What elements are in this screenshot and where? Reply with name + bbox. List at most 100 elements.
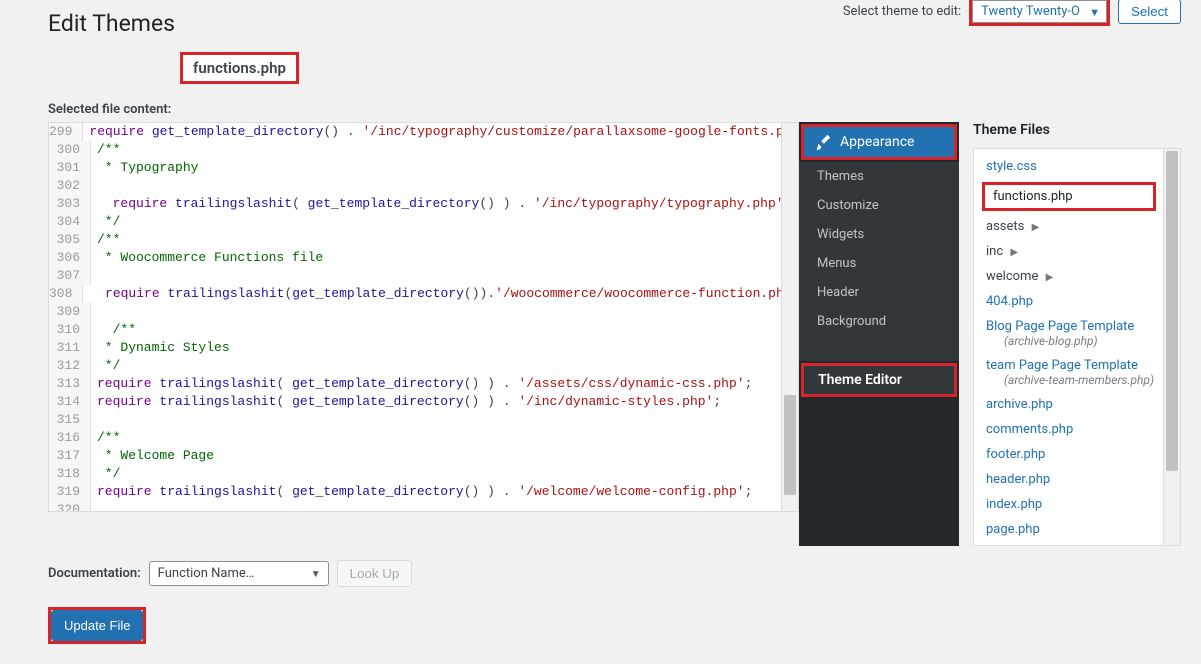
theme-file-item[interactable]: header.php (974, 467, 1180, 492)
sidebar-item-customize[interactable]: Customize (799, 191, 959, 220)
scrollbar-thumb[interactable] (784, 395, 796, 495)
theme-file-item[interactable]: index.php (974, 492, 1180, 517)
code-line[interactable]: 315 (49, 411, 798, 429)
sidebar-item-menus[interactable]: Menus (799, 249, 959, 278)
code-line[interactable]: 317 * Welcome Page (49, 447, 798, 465)
code-line[interactable]: 319require trailingslashit( get_template… (49, 483, 798, 501)
sidebar-item-themes[interactable]: Themes (799, 162, 959, 191)
code-content[interactable]: require trailingslashit( get_template_di… (91, 195, 791, 213)
code-line[interactable]: 308 require trailingslashit(get_template… (49, 285, 798, 303)
code-content[interactable]: /** (91, 231, 120, 249)
code-line[interactable]: 300/** (49, 141, 798, 159)
code-line[interactable]: 311 * Dynamic Styles (49, 339, 798, 357)
brush-icon (814, 133, 832, 151)
admin-sidebar: Appearance Themes Customize Widgets Menu… (799, 122, 959, 546)
code-content[interactable]: */ (91, 357, 120, 375)
code-content[interactable]: /** (91, 321, 136, 339)
chevron-right-icon: ▶ (1046, 272, 1054, 283)
theme-select-label: Select theme to edit: (843, 4, 961, 19)
code-line[interactable]: 305/** (49, 231, 798, 249)
editor-scrollbar[interactable] (781, 123, 798, 511)
file-link[interactable]: Blog Page Page Template (986, 319, 1134, 334)
code-content[interactable]: */ (91, 465, 120, 483)
line-number: 306 (49, 249, 91, 267)
theme-files-panel: style.css functions.php assets ▶inc ▶welco… (973, 148, 1181, 546)
code-content[interactable] (91, 267, 97, 285)
code-content[interactable]: /** (91, 429, 120, 447)
documentation-label: Documentation: (48, 566, 141, 581)
file-link[interactable]: style.css (986, 159, 1037, 174)
line-number: 309 (49, 303, 91, 321)
theme-file-item[interactable]: comments.php (974, 417, 1180, 442)
sidebar-item-widgets[interactable]: Widgets (799, 220, 959, 249)
code-content[interactable]: * Typography (91, 159, 198, 177)
code-line[interactable]: 316/** (49, 429, 798, 447)
code-line[interactable]: 310 /** (49, 321, 798, 339)
update-file-button[interactable]: Update File (51, 610, 143, 641)
theme-file-item[interactable]: welcome ▶ (974, 264, 1180, 289)
file-link[interactable]: 404.php (986, 294, 1033, 309)
code-line[interactable]: 313require trailingslashit( get_template… (49, 375, 798, 393)
scrollbar-thumb[interactable] (1166, 151, 1178, 471)
code-content[interactable]: require trailingslashit( get_template_di… (91, 375, 752, 393)
code-line[interactable]: 307 (49, 267, 798, 285)
select-theme-button[interactable]: Select (1118, 0, 1181, 24)
theme-file-item[interactable]: archive.php (974, 392, 1180, 417)
file-link[interactable]: archive.php (986, 397, 1053, 412)
theme-file-item[interactable]: functions.php (982, 182, 1156, 211)
documentation-select[interactable]: Function Name… (149, 561, 329, 586)
code-content[interactable]: * Welcome Page (91, 447, 214, 465)
code-content[interactable]: require trailingslashit( get_template_di… (91, 393, 721, 411)
code-content[interactable] (91, 411, 97, 429)
code-line[interactable]: 304 */ (49, 213, 798, 231)
code-line[interactable]: 312 */ (49, 357, 798, 375)
line-number: 311 (49, 339, 91, 357)
code-content[interactable]: * Woocommerce Functions file (91, 249, 323, 267)
code-line[interactable]: 303 require trailingslashit( get_templat… (49, 195, 798, 213)
theme-file-item[interactable]: Blog Page Page Template(archive-blog.php… (974, 314, 1180, 353)
code-line[interactable]: 314require trailingslashit( get_template… (49, 393, 798, 411)
files-scrollbar[interactable] (1163, 149, 1180, 545)
code-line[interactable]: 320 (49, 501, 798, 512)
file-link[interactable]: comments.php (986, 422, 1073, 437)
code-content[interactable]: * Dynamic Styles (91, 339, 230, 357)
code-content[interactable] (91, 303, 97, 321)
code-content[interactable]: /** (91, 141, 120, 159)
file-link[interactable]: functions.php (993, 189, 1073, 204)
code-content[interactable] (91, 501, 97, 512)
lookup-button[interactable]: Look Up (337, 560, 413, 587)
sidebar-item-theme-editor[interactable]: Theme Editor (801, 363, 957, 397)
chevron-right-icon: ▶ (1032, 222, 1040, 233)
line-number: 308 (49, 285, 83, 303)
code-line[interactable]: 318 */ (49, 465, 798, 483)
code-line[interactable]: 302 (49, 177, 798, 195)
theme-file-item[interactable]: team Page Page Template(archive-team-mem… (974, 353, 1180, 392)
theme-file-item[interactable]: page.php (974, 517, 1180, 542)
file-link[interactable]: team Page Page Template (986, 358, 1138, 373)
theme-files-heading: Theme Files (973, 122, 1181, 138)
sidebar-item-appearance[interactable]: Appearance (801, 124, 957, 160)
file-link[interactable]: index.php (986, 497, 1042, 512)
file-link[interactable]: page.php (986, 522, 1040, 537)
code-line[interactable]: 301 * Typography (49, 159, 798, 177)
sidebar-item-background[interactable]: Background (799, 307, 959, 336)
code-line[interactable]: 299require get_template_directory() . '/… (49, 123, 798, 141)
theme-file-item[interactable]: inc ▶ (974, 239, 1180, 264)
line-number: 302 (49, 177, 91, 195)
file-link[interactable]: header.php (986, 472, 1050, 487)
code-content[interactable]: require trailingslashit(get_template_dir… (83, 285, 799, 303)
theme-select[interactable]: Twenty Twenty-O ▼ (969, 0, 1110, 26)
code-editor[interactable]: 299require get_template_directory() . '/… (48, 122, 799, 512)
theme-file-item[interactable]: assets ▶ (974, 214, 1180, 239)
sidebar-item-header[interactable]: Header (799, 278, 959, 307)
code-line[interactable]: 306 * Woocommerce Functions file (49, 249, 798, 267)
theme-file-item[interactable]: style.css (974, 154, 1180, 179)
code-content[interactable]: require get_template_directory() . '/inc… (83, 123, 799, 141)
theme-file-item[interactable]: footer.php (974, 442, 1180, 467)
code-content[interactable]: require trailingslashit( get_template_di… (91, 483, 752, 501)
file-link[interactable]: footer.php (986, 447, 1045, 462)
code-line[interactable]: 309 (49, 303, 798, 321)
code-content[interactable]: */ (91, 213, 120, 231)
theme-file-item[interactable]: 404.php (974, 289, 1180, 314)
code-content[interactable] (91, 177, 97, 195)
